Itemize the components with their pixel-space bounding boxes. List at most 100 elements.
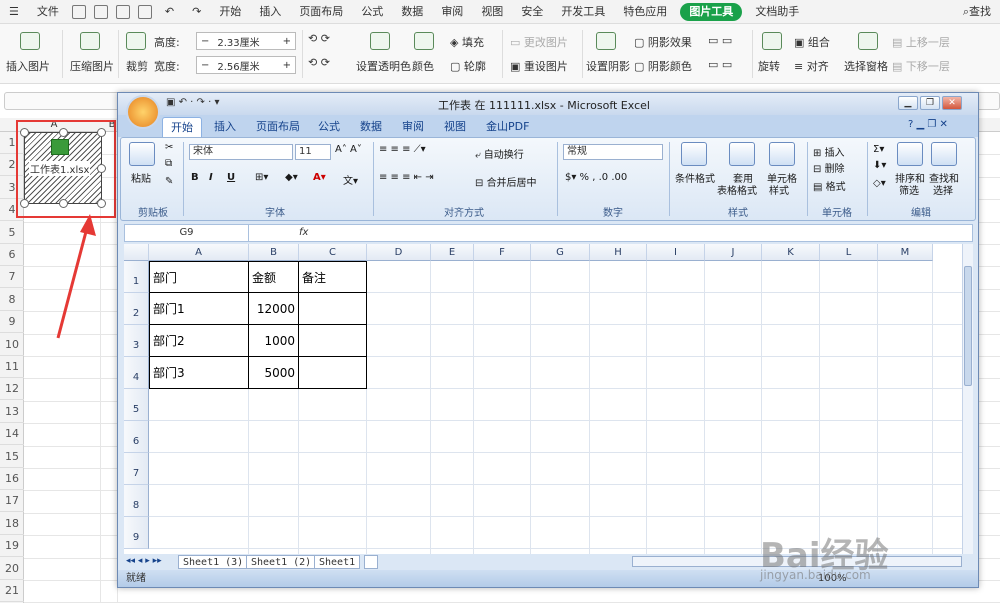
wps-row-number[interactable]: 6 [0,244,24,266]
fill-color-icon[interactable]: ◆▾ [285,172,298,183]
excel-col-header[interactable]: H [590,244,647,261]
restore-button[interactable]: ❐ [920,96,940,110]
name-box[interactable]: G9 [125,225,249,241]
excel-col-header[interactable]: A [149,244,249,261]
menu-insert[interactable]: 插入 [250,0,290,24]
wps-row-number[interactable]: 14 [0,423,24,446]
wps-row-number[interactable]: 13 [0,401,24,423]
flip-small-icon[interactable]: ⟲ ⟳ [308,56,330,69]
paste-button[interactable]: 粘贴 [131,170,151,185]
rotate-button[interactable]: 旋转 [758,58,780,74]
wps-row-number[interactable]: 18 [0,513,24,535]
sort-filter-button-2[interactable]: 筛选 [899,182,919,197]
shadow-effect-button[interactable]: ▢ 阴影效果 [634,34,692,50]
set-shadow-button[interactable]: 设置阴影 [586,58,630,74]
menu-picture-tools[interactable]: 图片工具 [680,2,743,21]
menu-hamburger-icon[interactable]: ☰ [0,0,28,24]
menu-review[interactable]: 审阅 [432,0,472,24]
border-icon[interactable]: ⊞▾ [255,172,268,183]
excel-cell[interactable]: 金额 [249,261,299,293]
tab-insert[interactable]: 插入 [206,117,244,137]
menu-layout[interactable]: 页面布局 [290,0,352,24]
fill-button[interactable]: ◈ 填充 [450,34,484,50]
font-grow-icon[interactable]: A˄ A˅ [335,144,362,155]
sheet-nav-icons[interactable]: ◂◂ ◂ ▸ ▸▸ [126,556,162,566]
help-icon[interactable]: ? ▁ ❐ ✕ [908,119,948,130]
align-button[interactable]: ≡ 对齐 [794,58,829,74]
height-input[interactable]: −2.33厘米 + [196,32,296,50]
sheet-tab-2[interactable]: Sheet1 (2) [246,555,317,569]
fx-icon[interactable]: fx [253,225,308,241]
excel-sheet-grid[interactable]: A B C D E F G H I J K L M 1 2 3 4 5 6 7 8 9 部门 金额 备注 部门1 12000 部门2 1… [124,244,962,554]
number-format-select[interactable]: 常规 [563,144,663,160]
menu-view[interactable]: 视图 [472,0,512,24]
new-sheet-icon[interactable] [364,555,378,569]
tab-review[interactable]: 审阅 [394,117,432,137]
font-size-select[interactable]: 11 [295,144,331,160]
clear-icon[interactable]: ◇▾ [873,178,886,189]
excel-col-header[interactable]: C [299,244,367,261]
undo-icon[interactable]: ↶ [156,0,183,24]
formula-input[interactable] [315,225,970,241]
wps-row-number[interactable]: 12 [0,378,24,401]
crop-button[interactable]: 裁剪 [126,58,148,74]
vertical-scrollbar[interactable] [962,244,973,554]
select-pane-button[interactable]: 选择窗格 [844,58,888,74]
select-all-corner[interactable] [124,244,149,261]
excel-cell[interactable]: 备注 [299,261,367,293]
wps-row-number[interactable]: 21 [0,580,24,602]
save-icon[interactable] [71,4,86,19]
wps-row-number[interactable]: 19 [0,535,24,558]
currency-icon[interactable]: $▾ % , .0 .00 [565,172,627,183]
wps-row-number[interactable]: 10 [0,334,24,356]
tab-formulas[interactable]: 公式 [310,117,348,137]
outline-button[interactable]: ▢ 轮廓 [450,58,486,74]
cell-styles-button-2[interactable]: 样式 [769,182,789,197]
delete-cells-button[interactable]: ⊟ 删除 [813,160,845,175]
nudge-icons[interactable]: ▭ ▭ [708,34,732,47]
tab-data[interactable]: 数据 [352,117,390,137]
excel-cell[interactable]: 部门1 [149,293,249,325]
send-backward-button[interactable]: ▤ 下移一层 [892,58,950,74]
excel-cell[interactable] [299,357,367,389]
excel-col-header[interactable]: I [647,244,705,261]
tab-kingsoft-pdf[interactable]: 金山PDF [478,117,537,137]
excel-row-header[interactable]: 3 [124,325,149,357]
find-select-button-2[interactable]: 选择 [933,182,953,197]
wps-row-number[interactable]: 16 [0,468,24,490]
align-left-icon[interactable]: ≡ ≡ ≡ ⇤ ⇥ [379,172,434,183]
sheet-tab-1[interactable]: Sheet1 (3) [178,555,249,569]
wps-row-number[interactable]: 11 [0,356,24,378]
compress-button[interactable]: 压缩图片 [70,58,114,74]
print-icon[interactable] [115,4,130,19]
excel-cell[interactable]: 部门2 [149,325,249,357]
tab-layout[interactable]: 页面布局 [248,117,308,137]
excel-cell[interactable] [299,325,367,357]
italic-button[interactable]: I [209,172,213,183]
underline-button[interactable]: U [227,172,235,183]
excel-row-header[interactable]: 9 [124,517,149,549]
quick-access-toolbar[interactable]: ▣ ↶ · ↷ · ▾ [166,97,219,108]
menu-security[interactable]: 安全 [512,0,552,24]
font-name-select[interactable]: 宋体 [189,144,293,160]
excel-col-header[interactable]: G [531,244,590,261]
wps-row-number[interactable]: 17 [0,490,24,513]
excel-cell[interactable]: 12000 [249,293,299,325]
menu-doc-assistant[interactable]: 文档助手 [746,0,808,24]
font-color-icon[interactable]: A▾ [313,172,326,183]
excel-row-header[interactable]: 4 [124,357,149,389]
transparent-button[interactable]: 设置透明色 [356,58,411,74]
menu-data[interactable]: 数据 [392,0,432,24]
bold-button[interactable]: B [191,172,199,183]
conditional-format-button[interactable]: 条件格式 [675,170,715,185]
excel-row-header[interactable]: 6 [124,421,149,453]
shadow-color-button[interactable]: ▢ 阴影颜色 [634,58,692,74]
excel-cell[interactable]: 部门3 [149,357,249,389]
menu-formula[interactable]: 公式 [352,0,392,24]
menu-developer[interactable]: 开发工具 [552,0,614,24]
office-button[interactable] [126,95,160,129]
nudge-icons-2[interactable]: ▭ ▭ [708,58,732,71]
excel-col-header[interactable]: L [820,244,878,261]
insert-picture-button[interactable]: 插入图片 [6,58,50,74]
tab-view[interactable]: 视图 [436,117,474,137]
